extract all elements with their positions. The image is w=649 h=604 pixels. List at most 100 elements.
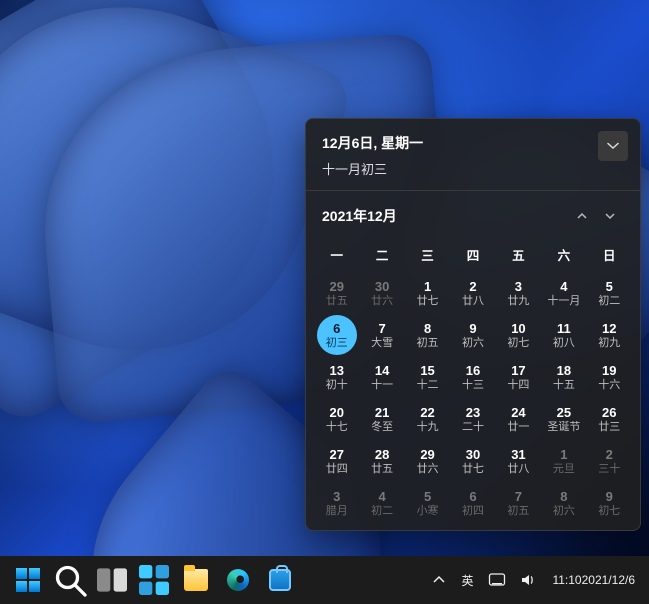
day-lunar: 圣诞节 bbox=[547, 422, 580, 433]
calendar-day[interactable]: 14十一 bbox=[359, 356, 404, 398]
task-view-icon bbox=[92, 560, 132, 600]
calendar-day[interactable]: 6初四 bbox=[450, 482, 495, 524]
calendar-day[interactable]: 4初二 bbox=[359, 482, 404, 524]
calendar-day[interactable]: 11初八 bbox=[541, 314, 586, 356]
calendar-day[interactable]: 10初七 bbox=[496, 314, 541, 356]
day-lunar: 十一月 bbox=[547, 296, 580, 307]
search-icon bbox=[50, 560, 90, 600]
calendar-day[interactable]: 23二十 bbox=[450, 398, 495, 440]
calendar-day[interactable]: 18 十五 bbox=[541, 356, 586, 398]
calendar-day[interactable]: 26廿三 bbox=[587, 398, 632, 440]
overflow-button[interactable] bbox=[428, 560, 450, 600]
calendar-day[interactable]: 1元旦 bbox=[541, 440, 586, 482]
dow-label: 一 bbox=[314, 235, 359, 272]
prev-month-button[interactable] bbox=[568, 205, 596, 227]
calendar-day[interactable]: 24廿一 bbox=[496, 398, 541, 440]
calendar-day[interactable]: 28 廿五 bbox=[359, 440, 404, 482]
day-lunar: 十九 bbox=[417, 422, 439, 433]
ime-indicator[interactable]: 英 bbox=[456, 560, 478, 600]
edge-button[interactable] bbox=[218, 560, 258, 600]
day-lunar: 廿五 bbox=[371, 464, 393, 475]
folder-icon bbox=[184, 569, 208, 591]
day-number: 12 bbox=[602, 322, 616, 335]
calendar-day[interactable]: 31廿八 bbox=[496, 440, 541, 482]
calendar-day[interactable]: 4 十一月 bbox=[541, 272, 586, 314]
day-number: 7 bbox=[379, 322, 386, 335]
widgets-button[interactable] bbox=[134, 560, 174, 600]
day-number: 9 bbox=[469, 322, 476, 335]
day-lunar: 廿五 bbox=[326, 296, 348, 307]
calendar-day[interactable]: 3腊月 bbox=[314, 482, 359, 524]
month-navigation: 2021年12月 bbox=[306, 191, 640, 235]
calendar-day[interactable]: 20十七 bbox=[314, 398, 359, 440]
day-number: 4 bbox=[560, 280, 567, 293]
day-lunar: 初五 bbox=[507, 506, 529, 517]
calendar-day[interactable]: 1廿七 bbox=[405, 272, 450, 314]
day-number: 10 bbox=[511, 322, 525, 335]
calendar-day[interactable]: 8初六 bbox=[541, 482, 586, 524]
calendar-header: 12月6日, 星期一 十一月初三 bbox=[306, 119, 640, 191]
clock-button[interactable]: 11:10 2021/12/6 bbox=[548, 560, 641, 600]
day-number: 5 bbox=[424, 490, 431, 503]
start-button[interactable] bbox=[8, 560, 48, 600]
calendar-day-today[interactable]: 6初三 bbox=[317, 315, 357, 355]
calendar-day[interactable]: 19十六 bbox=[587, 356, 632, 398]
day-number: 30 bbox=[375, 280, 389, 293]
widgets-icon bbox=[134, 560, 174, 600]
day-number: 8 bbox=[560, 490, 567, 503]
calendar-day[interactable]: 30廿六 bbox=[359, 272, 404, 314]
calendar-day[interactable]: 12初九 bbox=[587, 314, 632, 356]
calendar-day[interactable]: 2廿八 bbox=[450, 272, 495, 314]
calendar-day[interactable]: 21冬至 bbox=[359, 398, 404, 440]
collapse-button[interactable] bbox=[598, 131, 628, 161]
day-lunar: 十一 bbox=[371, 380, 393, 391]
calendar-day[interactable]: 7初五 bbox=[496, 482, 541, 524]
calendar-day[interactable]: 9初七 bbox=[587, 482, 632, 524]
calendar-day[interactable]: 9初六 bbox=[450, 314, 495, 356]
calendar-day[interactable]: 3廿九 bbox=[496, 272, 541, 314]
search-button[interactable] bbox=[50, 560, 90, 600]
day-lunar: 廿六 bbox=[417, 464, 439, 475]
day-number: 28 bbox=[375, 448, 389, 461]
volume-button[interactable] bbox=[516, 560, 542, 600]
day-lunar: 大雪 bbox=[371, 338, 393, 349]
file-explorer-button[interactable] bbox=[176, 560, 216, 600]
day-number: 29 bbox=[329, 280, 343, 293]
calendar-day[interactable]: 29廿六 bbox=[405, 440, 450, 482]
calendar-day[interactable]: 22十九 bbox=[405, 398, 450, 440]
day-number: 24 bbox=[511, 406, 525, 419]
day-lunar: 初三 bbox=[326, 338, 348, 349]
calendar-day[interactable]: 27廿四 bbox=[314, 440, 359, 482]
day-lunar: 初二 bbox=[598, 296, 620, 307]
store-button[interactable] bbox=[260, 560, 300, 600]
task-view-button[interactable] bbox=[92, 560, 132, 600]
next-month-button[interactable] bbox=[596, 205, 624, 227]
calendar-day[interactable]: 7 大雪 bbox=[359, 314, 404, 356]
dow-label: 六 bbox=[541, 235, 586, 272]
taskbar: 英 11:10 2021/12/6 bbox=[0, 556, 649, 604]
calendar-day[interactable]: 29 廿五 bbox=[314, 272, 359, 314]
day-number: 31 bbox=[511, 448, 525, 461]
day-lunar: 初五 bbox=[417, 338, 439, 349]
volume-icon bbox=[520, 571, 538, 589]
calendar-day[interactable]: 15十二 bbox=[405, 356, 450, 398]
calendar-day[interactable]: 5初二 bbox=[587, 272, 632, 314]
calendar-day[interactable]: 30廿七 bbox=[450, 440, 495, 482]
day-lunar: 十五 bbox=[553, 380, 575, 391]
calendar-day[interactable]: 5小寒 bbox=[405, 482, 450, 524]
calendar-day[interactable]: 13初十 bbox=[314, 356, 359, 398]
day-lunar: 廿七 bbox=[462, 464, 484, 475]
day-number: 2 bbox=[606, 448, 613, 461]
dow-label: 二 bbox=[359, 235, 404, 272]
calendar-day[interactable]: 2三十 bbox=[587, 440, 632, 482]
month-label[interactable]: 2021年12月 bbox=[322, 206, 568, 226]
store-icon bbox=[269, 569, 291, 591]
day-number: 17 bbox=[511, 364, 525, 377]
calendar-day[interactable]: 25圣诞节 bbox=[541, 398, 586, 440]
calendar-day[interactable]: 17十四 bbox=[496, 356, 541, 398]
dow-label: 五 bbox=[496, 235, 541, 272]
ime-mode-button[interactable] bbox=[484, 560, 510, 600]
calendar-day[interactable]: 16十三 bbox=[450, 356, 495, 398]
calendar-day[interactable]: 8初五 bbox=[405, 314, 450, 356]
day-number: 18 bbox=[557, 364, 571, 377]
